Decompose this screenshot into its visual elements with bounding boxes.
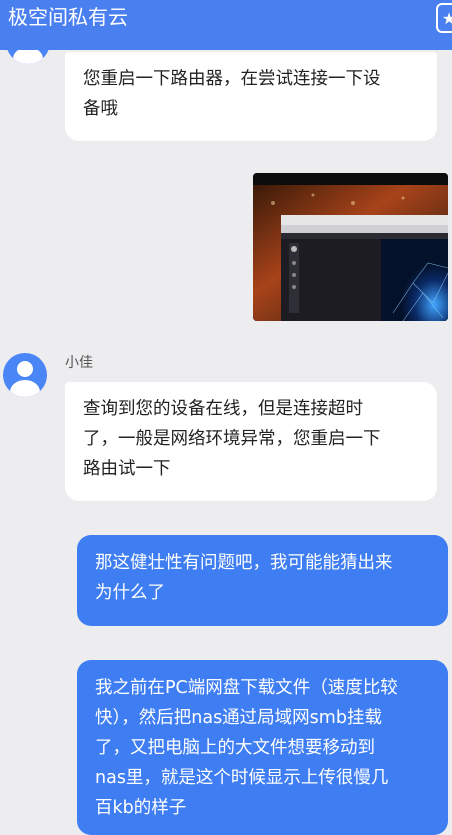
message-line: 路由试一下: [83, 459, 171, 479]
message-line: 那这健壮性有问题吧，我可能能猜出来: [95, 553, 393, 573]
message-line: 为什么了: [95, 583, 165, 603]
message-line: 我之前在PC端网盘下载文件（速度比较: [95, 678, 398, 698]
message-line: 您重启一下路由器，在尝试连接一下设: [83, 69, 381, 89]
message-line: 了，一般是网络环境异常，您重启一下: [83, 429, 381, 449]
app-header: 极空间私有云 ★: [0, 0, 452, 50]
page-title: 极空间私有云: [8, 5, 128, 29]
avatar[interactable]: [3, 353, 47, 397]
message-line: 快），然后把nas通过局域网smb挂载: [95, 708, 382, 728]
message-line: 查询到您的设备在线，但是连接超时: [83, 399, 363, 419]
sender-name: 小佳: [65, 355, 93, 371]
screenshot-thumbnail: [253, 173, 448, 321]
message-line: 了，又把电脑上的大文件想要移动到: [95, 738, 375, 758]
message-line: nas里，就是这个时候显示上传很慢几: [95, 768, 389, 788]
message-bubble: 您重启一下路由器，在尝试连接一下设 备哦: [65, 52, 437, 141]
message-bubble: 我之前在PC端网盘下载文件（速度比较 快），然后把nas通过局域网smb挂载 了…: [77, 660, 448, 835]
message-bubble: 查询到您的设备在线，但是连接超时 了，一般是网络环境异常，您重启一下 路由试一下: [65, 382, 437, 501]
star-icon[interactable]: ★: [436, 3, 452, 33]
image-message[interactable]: [253, 173, 448, 321]
message-line: 备哦: [83, 99, 118, 119]
message-bubble: 那这健壮性有问题吧，我可能能猜出来 为什么了: [77, 535, 448, 626]
